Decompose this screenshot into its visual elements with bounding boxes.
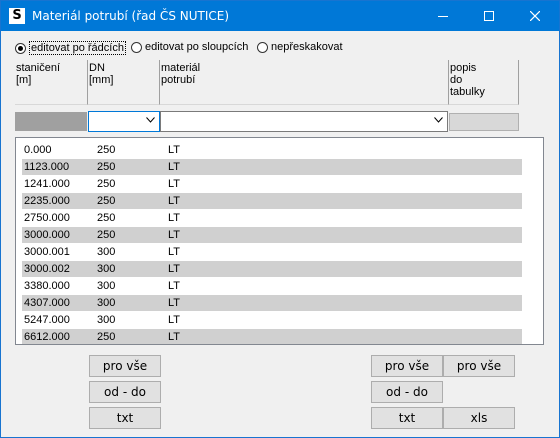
- material-cell: LT: [168, 246, 181, 258]
- dn-cell: 250: [97, 144, 116, 156]
- table-row[interactable]: 2235.000 250 LT: [22, 193, 522, 209]
- radio-label: nepřeskakovat: [271, 41, 343, 53]
- staniceni-cell: 5247.000: [24, 314, 70, 326]
- material-apply-all-button[interactable]: pro vše: [371, 355, 443, 377]
- radio-label: editovat po řádcích: [29, 41, 126, 55]
- dn-cell: 300: [97, 314, 116, 326]
- table-row[interactable]: 4307.000 300 LT: [22, 295, 522, 311]
- dn-cell: 250: [97, 331, 116, 343]
- staniceni-cell: 2750.000: [24, 212, 70, 224]
- radio-edit-by-rows[interactable]: editovat po řádcích: [15, 41, 126, 55]
- dn-cell: 250: [97, 178, 116, 190]
- column-header-dn: DN [mm]: [88, 60, 160, 105]
- table-row[interactable]: 0.000 250 LT: [22, 142, 522, 158]
- staniceni-input-disabled: [15, 112, 87, 131]
- dn-cell: 300: [97, 246, 116, 258]
- dn-cell: 250: [97, 212, 116, 224]
- dn-cell: 300: [97, 263, 116, 275]
- material-combobox[interactable]: [160, 111, 448, 132]
- radio-button-icon[interactable]: [257, 41, 268, 53]
- material-cell: LT: [168, 178, 181, 190]
- radio-button-icon[interactable]: [131, 41, 142, 53]
- material-cell: LT: [168, 263, 181, 275]
- chevron-down-icon: [434, 117, 443, 123]
- material-cell: LT: [168, 212, 181, 224]
- radio-button-icon[interactable]: [15, 42, 26, 54]
- staniceni-cell: 3000.002: [24, 263, 70, 275]
- staniceni-cell: 0.000: [24, 144, 52, 156]
- chevron-down-icon: [146, 117, 155, 123]
- material-cell: LT: [168, 144, 181, 156]
- table-row[interactable]: 3380.000 300 LT: [22, 278, 522, 294]
- table-row[interactable]: 3000.000 250 LT: [22, 227, 522, 243]
- dn-apply-all-button[interactable]: pro vše: [89, 355, 161, 377]
- app-icon: S: [9, 8, 25, 24]
- minimize-icon: [438, 16, 448, 17]
- staniceni-cell: 1241.000: [24, 178, 70, 190]
- staniceni-cell: 3000.000: [24, 229, 70, 241]
- maximize-icon: [484, 11, 494, 21]
- radio-label: editovat po sloupcích: [145, 41, 249, 53]
- material-list[interactable]: 0.000 250 LT 1123.000 250 LT 1241.000 250 LT 2…: [15, 137, 544, 345]
- radio-no-skip[interactable]: nepřeskakovat: [257, 41, 343, 53]
- column-header-material: materiál potrubí: [160, 60, 448, 105]
- material-txt-button[interactable]: txt: [371, 407, 443, 429]
- material-window: S Materiál potrubí (řad ČS NUTICE) edito…: [0, 0, 560, 438]
- material-cell: LT: [168, 280, 181, 292]
- material-cell: LT: [168, 229, 181, 241]
- staniceni-cell: 2235.000: [24, 195, 70, 207]
- xls-export-button[interactable]: xls: [443, 407, 515, 429]
- staniceni-cell: 6612.000: [24, 331, 70, 343]
- table-row[interactable]: 3000.002 300 LT: [22, 261, 522, 277]
- popis-field-disabled: [449, 113, 519, 131]
- maximize-button[interactable]: [466, 1, 512, 31]
- dn-combobox[interactable]: [88, 111, 160, 132]
- material-cell: LT: [168, 195, 181, 207]
- title-bar[interactable]: S Materiál potrubí (řad ČS NUTICE): [1, 1, 559, 31]
- dn-cell: 250: [97, 195, 116, 207]
- material-cell: LT: [168, 161, 181, 173]
- staniceni-cell: 3000.001: [24, 246, 70, 258]
- table-row[interactable]: 1241.000 250 LT: [22, 176, 522, 192]
- dn-txt-button[interactable]: txt: [89, 407, 161, 429]
- dn-range-button[interactable]: od - do: [89, 381, 161, 403]
- staniceni-cell: 4307.000: [24, 297, 70, 309]
- staniceni-cell: 1123.000: [24, 161, 70, 173]
- popis-apply-all-button[interactable]: pro vše: [443, 355, 515, 377]
- dn-cell: 300: [97, 280, 116, 292]
- table-row[interactable]: 2750.000 250 LT: [22, 210, 522, 226]
- table-row[interactable]: 6612.000 250 LT: [22, 329, 522, 344]
- material-cell: LT: [168, 314, 181, 326]
- material-cell: LT: [168, 331, 181, 343]
- dn-cell: 250: [97, 161, 116, 173]
- close-button[interactable]: [512, 1, 558, 31]
- table-row[interactable]: 3000.001 300 LT: [22, 244, 522, 260]
- dn-cell: 250: [97, 229, 116, 241]
- column-header-staniceni: staničení [m]: [15, 60, 88, 105]
- material-cell: LT: [168, 297, 181, 309]
- material-range-button[interactable]: od - do: [371, 381, 443, 403]
- minimize-button[interactable]: [420, 1, 466, 31]
- table-row[interactable]: 5247.000 300 LT: [22, 312, 522, 328]
- staniceni-cell: 3380.000: [24, 280, 70, 292]
- radio-edit-by-columns[interactable]: editovat po sloupcích: [131, 41, 248, 53]
- close-icon: [530, 11, 540, 21]
- column-header-popis: popis do tabulky: [448, 60, 519, 105]
- table-row[interactable]: 1123.000 250 LT: [22, 159, 522, 175]
- window-title: Materiál potrubí (řad ČS NUTICE): [32, 9, 230, 23]
- dn-cell: 300: [97, 297, 116, 309]
